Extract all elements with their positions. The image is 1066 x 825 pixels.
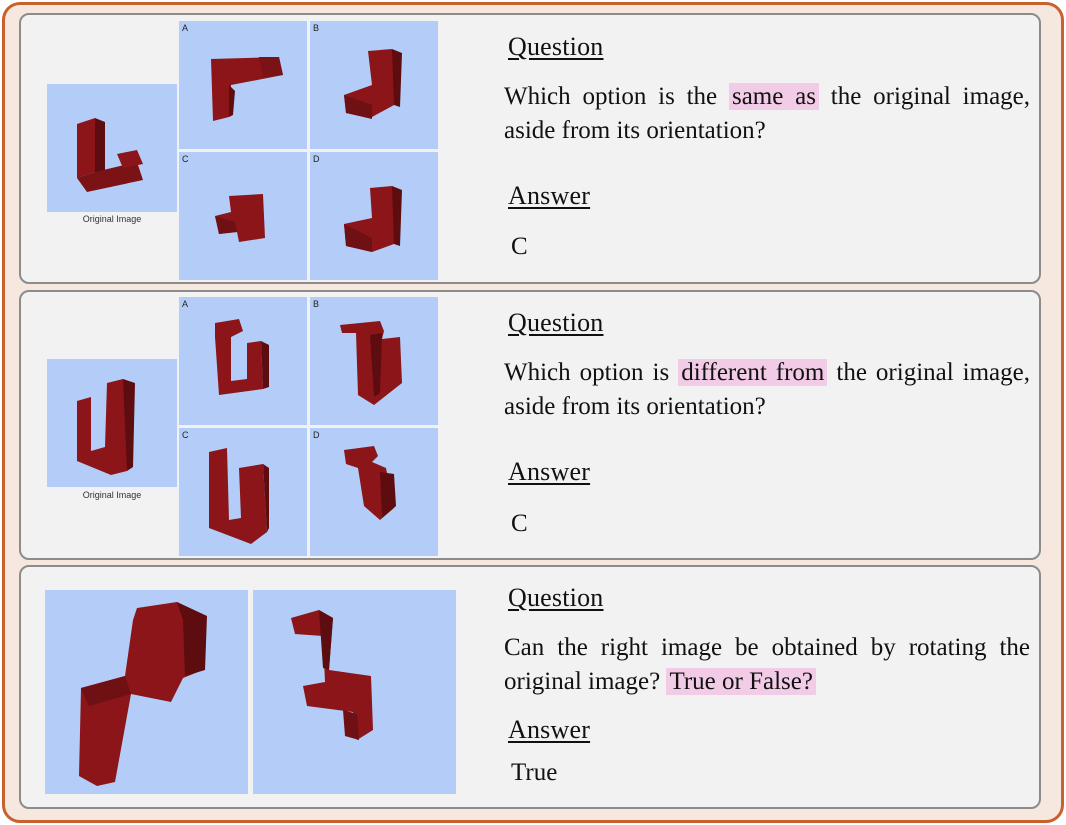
answer-heading: Answer xyxy=(508,457,591,486)
answer-heading: Answer xyxy=(508,715,591,744)
option-d-image: D xyxy=(310,152,438,280)
option-d-label: D xyxy=(313,430,320,440)
question-heading: Question xyxy=(508,583,604,612)
option-d-label: D xyxy=(313,154,320,164)
answer-text: True xyxy=(511,759,558,786)
question-heading: Question xyxy=(508,32,604,61)
question-heading: Question xyxy=(508,308,604,337)
answer-text: C xyxy=(511,233,528,260)
question-highlight: True or False? xyxy=(666,668,816,695)
question-text-start: Which option is the xyxy=(504,83,718,110)
question-text: Which option is different from the origi… xyxy=(504,356,1030,424)
puzzle-panel-2: Original Image A B C D Question Which op… xyxy=(19,290,1041,560)
question-text: Which option is the same as the original… xyxy=(504,80,1030,148)
original-image-caption: Original Image xyxy=(82,490,142,500)
option-c-label: C xyxy=(182,430,189,440)
answer-text: C xyxy=(511,510,528,537)
option-c-label: C xyxy=(182,154,189,164)
option-c-image: C xyxy=(179,428,307,556)
original-image xyxy=(45,590,248,794)
option-d-image: D xyxy=(310,428,438,556)
option-a-label: A xyxy=(182,23,189,33)
original-image xyxy=(47,359,177,487)
question-text: Can the right image be obtained by rotat… xyxy=(504,631,1030,699)
option-a-image: A xyxy=(179,297,307,425)
option-c-image: C xyxy=(179,152,307,280)
original-image xyxy=(47,84,177,212)
answer-heading: Answer xyxy=(508,181,591,210)
option-b-label: B xyxy=(313,299,320,309)
option-a-label: A xyxy=(182,299,189,309)
option-a-image: A xyxy=(179,21,307,149)
puzzle-panel-3: Question Can the right image be obtained… xyxy=(19,565,1041,809)
question-highlight: same as xyxy=(728,83,819,110)
option-b-label: B xyxy=(313,23,320,33)
question-text-start: Which option is xyxy=(504,359,670,386)
option-b-image: B xyxy=(310,21,438,149)
rotated-image xyxy=(253,590,456,794)
original-image-caption: Original Image xyxy=(82,214,142,224)
question-highlight: different from xyxy=(678,359,828,386)
option-b-image: B xyxy=(310,297,438,425)
puzzle-panel-1: Original Image A B C D Question Which op… xyxy=(19,13,1041,284)
